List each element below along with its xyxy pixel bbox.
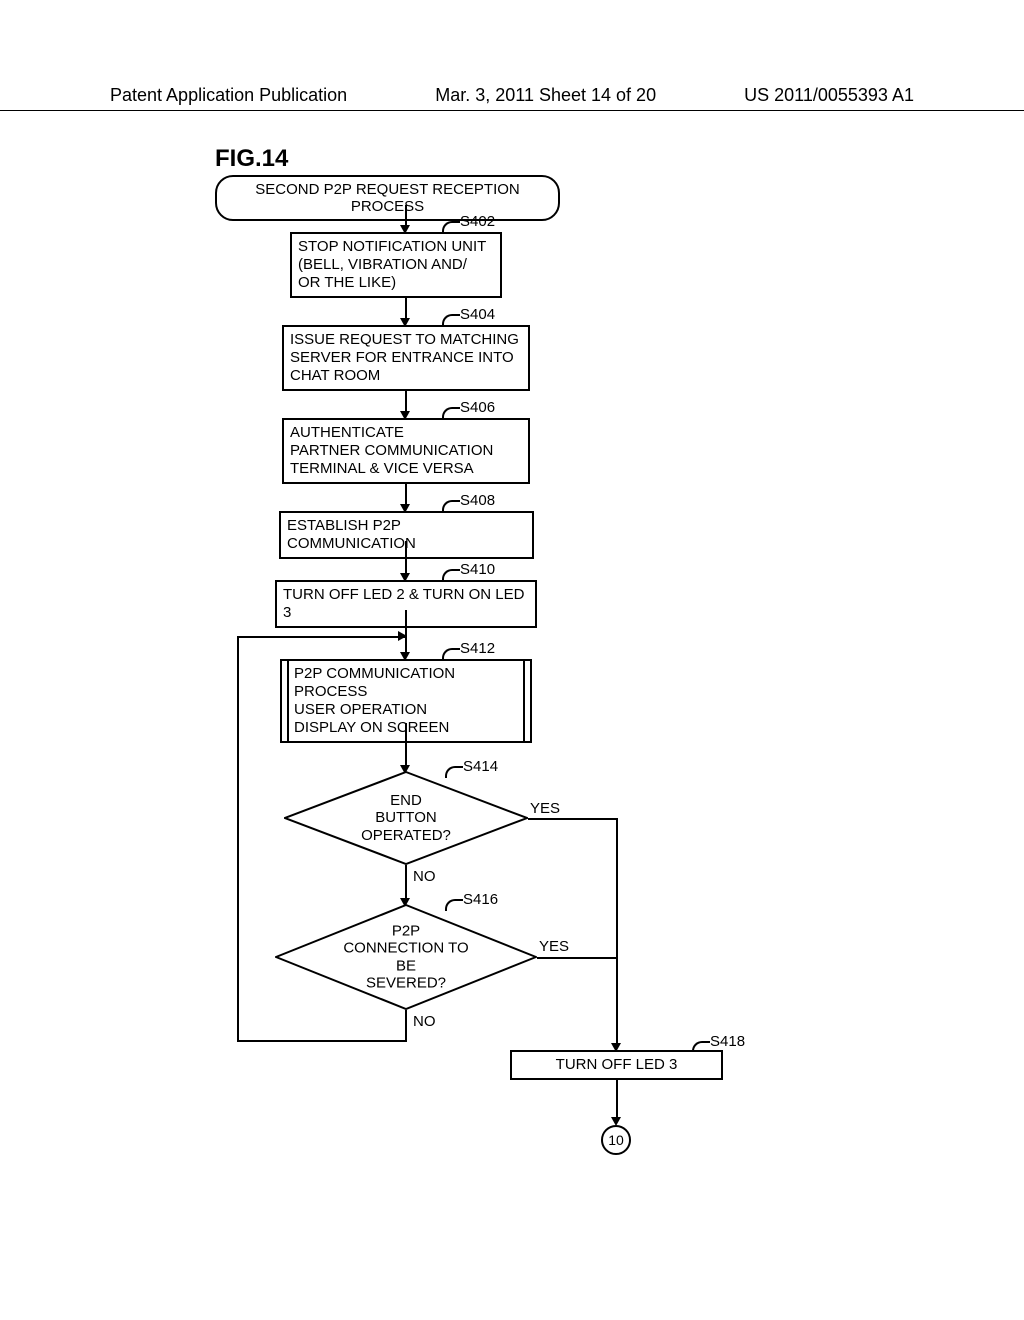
decision-s416: P2P CONNECTION TO BE SEVERED? — [275, 904, 537, 1010]
step-s418: TURN OFF LED 3 — [510, 1050, 723, 1080]
figure-label: FIG.14 — [215, 145, 288, 173]
step-id-s418: S418 — [710, 1033, 745, 1050]
step-id-s410: S410 — [460, 561, 495, 578]
header-right: US 2011/0055393 A1 — [744, 85, 914, 106]
page-header: Patent Application Publication Mar. 3, 2… — [0, 85, 1024, 111]
flow-line — [237, 1040, 407, 1042]
step-s406: AUTHENTICATE PARTNER COMMUNICATION TERMI… — [282, 418, 530, 484]
branch-no: NO — [413, 1013, 436, 1030]
step-s402: STOP NOTIFICATION UNIT (BELL, VIBRATION … — [290, 232, 502, 298]
flow-line — [405, 1010, 407, 1040]
off-page-connector: 10 — [601, 1125, 631, 1155]
flow-line — [616, 1080, 618, 1122]
arrow-right-icon — [398, 631, 407, 641]
flow-line — [237, 636, 239, 1040]
decision-s414: END BUTTON OPERATED? — [284, 771, 528, 865]
flow-line — [537, 957, 618, 959]
step-id-s404: S404 — [460, 306, 495, 323]
branch-yes: YES — [530, 800, 560, 817]
flow-line — [237, 636, 405, 638]
flow-line — [405, 723, 407, 770]
branch-no: NO — [413, 868, 436, 885]
step-s404: ISSUE REQUEST TO MATCHING SERVER FOR ENT… — [282, 325, 530, 391]
step-id-s408: S408 — [460, 492, 495, 509]
step-id-s402: S402 — [460, 213, 495, 230]
step-id-s412: S412 — [460, 640, 495, 657]
flow-start: SECOND P2P REQUEST RECEPTION PROCESS — [215, 175, 560, 221]
step-id-s406: S406 — [460, 399, 495, 416]
flow-line — [616, 818, 618, 1048]
flow-line — [528, 818, 618, 820]
branch-yes: YES — [539, 938, 569, 955]
header-left: Patent Application Publication — [110, 85, 347, 106]
header-middle: Mar. 3, 2011 Sheet 14 of 20 — [435, 85, 656, 106]
